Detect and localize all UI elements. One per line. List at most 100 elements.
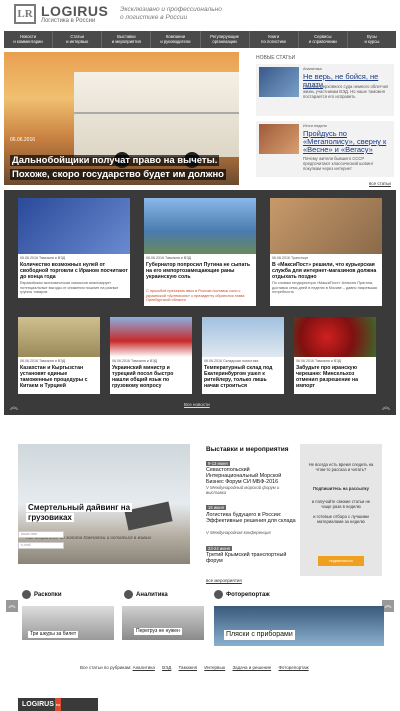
email-input[interactable]: e-mail bbox=[18, 542, 64, 549]
hero-title[interactable]: Дальнобойщики получат право на вычеты. П… bbox=[10, 154, 226, 182]
rubric-link[interactable]: Интервью bbox=[204, 665, 225, 670]
news-meta: 06.06.2016 Таможня и ВЭД bbox=[20, 256, 65, 260]
article-category[interactable]: Итоги недели bbox=[303, 124, 327, 128]
rubric-caption[interactable]: Пляски с приборами bbox=[224, 630, 295, 640]
footer-logo-text[interactable]: LOGIRUS bbox=[22, 701, 54, 708]
event-date: 16 июня bbox=[206, 505, 226, 510]
news-thumbnail[interactable] bbox=[294, 317, 376, 357]
news-thumbnail[interactable] bbox=[18, 198, 130, 254]
feature-title[interactable]: Смертельный дайвинг на грузовиках bbox=[26, 503, 133, 523]
news-title[interactable]: Количество возможных нулей от свободной … bbox=[20, 262, 128, 280]
scroll-up-icon[interactable]: ︽ bbox=[380, 402, 392, 412]
events: Выставки и мероприятия 9-13 июня Севасто… bbox=[206, 446, 298, 564]
tab-excavations[interactable]: Раскопки bbox=[22, 590, 62, 599]
all-news-link[interactable]: Все новости bbox=[184, 402, 210, 407]
news-card[interactable]: 06.06.2016 Таможня и ВЭД Количество возм… bbox=[18, 198, 130, 298]
event-title[interactable]: Третий Крымский транспортный форум bbox=[206, 552, 298, 564]
nav-label: и комментарии bbox=[13, 39, 43, 44]
article-category[interactable]: Аналитика bbox=[303, 67, 322, 71]
nav-articles[interactable]: Статьи и интервью bbox=[53, 31, 103, 48]
news-tag[interactable]: Транспорт bbox=[291, 256, 308, 260]
article-card[interactable]: Аналитика Не верь, не бойся, не плати По… bbox=[256, 64, 394, 116]
news-grid: 06.06.2016 Таможня и ВЭД Количество возм… bbox=[4, 190, 396, 415]
feature-title-line[interactable]: грузовиках bbox=[26, 513, 74, 522]
tab-analytics[interactable]: Аналитика bbox=[124, 590, 168, 599]
rubric-strip: Раскопки Аналитика Фоторепортаж Три шкур… bbox=[4, 590, 396, 665]
nav-companies[interactable]: Компании и руководители bbox=[151, 31, 201, 48]
news-title[interactable]: Губернатор попросил Путина не сыпать на … bbox=[146, 262, 254, 280]
footer-logo[interactable]: LOGIRUS ru bbox=[18, 698, 98, 711]
news-title[interactable]: Украинский министр и турецкий посол быст… bbox=[112, 365, 190, 389]
article-headline[interactable]: Пройдусь по «Мегаполису», сверну к «Весн… bbox=[303, 130, 393, 154]
subscribe-digest: и готовые отбора с лучшими материалами з… bbox=[313, 514, 369, 524]
news-thumbnail[interactable] bbox=[18, 317, 100, 357]
feature-title-line[interactable]: Смертельный дайвинг на bbox=[26, 503, 133, 512]
news-tag[interactable]: Таможня и ВЭД bbox=[131, 359, 157, 363]
news-card[interactable]: 06.06.2016 Транспорт В «МаксиПост» решил… bbox=[270, 198, 382, 306]
news-tag[interactable]: Таможня и ВЭД bbox=[165, 256, 191, 260]
nav-label: и курсы bbox=[364, 39, 380, 44]
news-title[interactable]: Казахстан и Кыргызстан установят единые … bbox=[20, 365, 98, 389]
tab-label[interactable]: Фоторепортаж bbox=[226, 592, 270, 598]
tab-photo[interactable]: Фоторепортаж bbox=[214, 590, 270, 599]
name-input[interactable]: ваше имя bbox=[18, 531, 64, 538]
logo-text[interactable]: LOGIRUS bbox=[41, 3, 108, 19]
news-tag[interactable]: Таможня и ВЭД bbox=[315, 359, 341, 363]
all-articles-link[interactable]: все статьи bbox=[369, 181, 391, 186]
rubric-caption[interactable]: Три шкуры за билет bbox=[28, 631, 79, 638]
news-desc: Евразийская экономическая комиссия анали… bbox=[20, 281, 119, 295]
hero-title-line-1[interactable]: Дальнобойщики получат право на вычеты. bbox=[10, 155, 220, 166]
article-thumbnail[interactable] bbox=[259, 124, 299, 154]
news-thumbnail[interactable] bbox=[202, 317, 284, 357]
article-card[interactable]: Итоги недели Пройдусь по «Мегаполису», с… bbox=[256, 121, 394, 177]
news-card[interactable]: 06.06.2016 Складская логистика Температу… bbox=[202, 317, 284, 394]
nav-universities[interactable]: Вузы и курсы bbox=[348, 31, 396, 48]
rubric-link[interactable]: ВЭД bbox=[162, 665, 171, 670]
news-tag[interactable]: Таможня и ВЭД bbox=[39, 256, 65, 260]
nav-services[interactable]: Сервисы и справочники bbox=[299, 31, 348, 48]
news-card[interactable]: 06.06.2016 Таможня и ВЭД Забудьте про ир… bbox=[294, 317, 376, 394]
news-title[interactable]: Забудьте про иранскую черешню: Минсельхо… bbox=[296, 365, 374, 389]
rubric-image[interactable] bbox=[214, 606, 384, 646]
news-date: 06.06.2016 bbox=[20, 359, 38, 363]
nav-label: и интервью bbox=[66, 39, 89, 44]
event-title[interactable]: Севастопольский Интернациональный Морско… bbox=[206, 467, 298, 485]
news-title[interactable]: В «МаксиПост» решили, что курьерская слу… bbox=[272, 262, 380, 280]
all-events-link[interactable]: все мероприятия bbox=[206, 578, 242, 583]
tab-label[interactable]: Аналитика bbox=[136, 592, 168, 598]
rubric-link[interactable]: Аналитика bbox=[133, 665, 155, 670]
nav-regulators[interactable]: Регулирующие организации bbox=[201, 31, 250, 48]
tagline-line-1: Эксклюзивно и профессионально bbox=[120, 6, 222, 13]
rubric-link[interactable]: Фоторепортаж bbox=[278, 665, 308, 670]
new-articles-title: НОВЫЕ СТАТЬИ bbox=[256, 55, 296, 61]
news-date: 06.06.2016 bbox=[20, 256, 38, 260]
subscribe-button[interactable]: подписаться bbox=[318, 556, 364, 566]
logo-mark[interactable]: LR bbox=[14, 4, 36, 24]
new-articles: НОВЫЕ СТАТЬИ Аналитика Не верь, не бойся… bbox=[256, 55, 394, 182]
scroll-up-icon[interactable]: ︽ bbox=[8, 402, 20, 412]
tagline-line-2: о логистике в России bbox=[120, 14, 188, 21]
hero-truck-image bbox=[74, 72, 239, 157]
news-card[interactable]: 06.06.2016 Таможня и ВЭД Казахстан и Кыр… bbox=[18, 317, 100, 394]
news-desc: С просьбой пресекать ввоз в Россию поста… bbox=[146, 289, 245, 303]
news-tag[interactable]: Таможня и ВЭД bbox=[39, 359, 65, 363]
rubric-link[interactable]: Задача и решение bbox=[232, 665, 271, 670]
event-title[interactable]: Логистика будущего в России: Эффективные… bbox=[206, 512, 298, 524]
news-card[interactable]: 06.06.2016 Таможня и ВЭД Украинский мини… bbox=[110, 317, 192, 394]
tagline: Эксклюзивно и профессионально о логистик… bbox=[120, 6, 222, 22]
nav-books[interactable]: Книги по логистике bbox=[250, 31, 299, 48]
news-thumbnail[interactable] bbox=[270, 198, 382, 254]
hero-title-line-2[interactable]: Похоже, скоро государство будет им должн… bbox=[10, 169, 226, 180]
nav-events[interactable]: Выставки и мероприятия bbox=[102, 31, 152, 48]
news-thumbnail[interactable] bbox=[110, 317, 192, 357]
tab-label[interactable]: Раскопки bbox=[34, 592, 62, 598]
news-card[interactable]: 06.06.2016 Таможня и ВЭД Губернатор попр… bbox=[144, 198, 256, 306]
nav-label: по логистике bbox=[261, 39, 287, 44]
rubric-link[interactable]: Таможня bbox=[179, 665, 198, 670]
nav-news[interactable]: Новости и комментарии bbox=[4, 31, 54, 48]
news-title[interactable]: Температурный склад под Екатеринбургом у… bbox=[204, 365, 282, 389]
news-tag[interactable]: Складская логистика bbox=[223, 359, 258, 363]
news-thumbnail[interactable] bbox=[144, 198, 256, 254]
article-thumbnail[interactable] bbox=[259, 67, 299, 97]
rubric-caption[interactable]: Перегруз не нужен bbox=[134, 628, 182, 635]
